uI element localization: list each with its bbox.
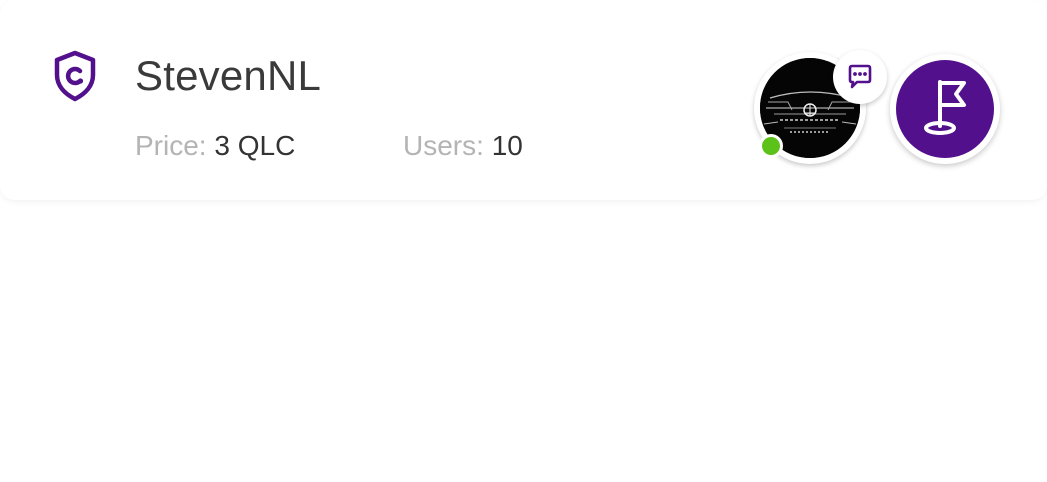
- users-label: Users:: [403, 130, 484, 161]
- lobby-title: StevenNL: [135, 52, 322, 99]
- chat-button[interactable]: [833, 50, 887, 104]
- users-value: 10: [491, 130, 523, 161]
- chat-bubble-icon: [848, 64, 872, 89]
- join-button[interactable]: [890, 54, 1000, 164]
- golf-flag-icon: [924, 80, 966, 135]
- price-label: Price:: [135, 130, 207, 161]
- shield-icon: [52, 50, 98, 102]
- join-button-fill: [896, 60, 994, 158]
- price-value: 3 QLC: [214, 130, 296, 161]
- online-status-indicator: [759, 134, 783, 158]
- lobby-card[interactable]: StevenNL Price: 3 QLC Users: 10: [0, 0, 1047, 200]
- users-info: Users: 10: [403, 126, 523, 166]
- price-info: Price: 3 QLC: [135, 126, 295, 166]
